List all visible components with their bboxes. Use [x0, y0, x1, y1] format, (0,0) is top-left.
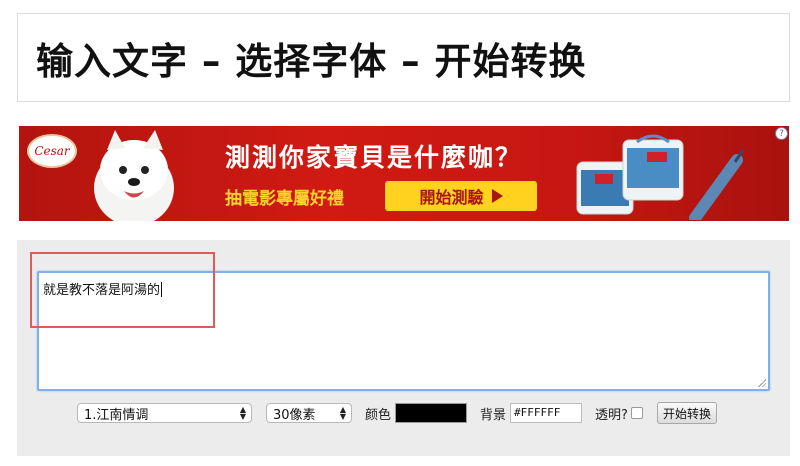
select-arrows-icon: ▲ ▼ [339, 405, 346, 421]
transparent-label: 透明? [595, 407, 628, 423]
ad-info-icon[interactable]: ? [775, 127, 788, 140]
text-caret [161, 282, 163, 297]
select-arrows-icon: ▲ ▼ [239, 405, 246, 421]
converter-panel: 就是教不落是阿湯的 1.江南情调 ▲ ▼ 30像素 ▲ ▼ 颜色 背景 #FFFFF… [17, 240, 790, 456]
ad-headline: 測測你家寶貝是什麼咖？ [225, 143, 523, 172]
ad-cta-button[interactable]: 開始測驗 [385, 181, 537, 211]
color-picker[interactable] [395, 403, 468, 423]
font-select[interactable]: 1.江南情调 ▲ ▼ [77, 403, 252, 423]
size-select[interactable]: 30像素 ▲ ▼ [266, 403, 352, 423]
controls-bar: 1.江南情调 ▲ ▼ 30像素 ▲ ▼ 颜色 背景 #FFFFFF 透明? 开始转换 [77, 402, 717, 424]
brand-logo: Cesar [27, 134, 77, 168]
ad-subline: 抽電影專屬好禮 [225, 189, 344, 209]
text-input[interactable]: 就是教不落是阿湯的 [37, 271, 770, 391]
ad-banner[interactable]: Cesar 測測你家寶貝是什麼咖？ 抽電影專屬好禮 開始測驗 ? [19, 126, 789, 221]
header-title-box: 输入文字 – 选择字体 – 开始转换 [17, 13, 790, 102]
size-select-value: 30像素 [273, 407, 316, 423]
convert-button[interactable]: 开始转换 [656, 402, 717, 424]
play-icon [491, 189, 503, 203]
ad-cta-label: 開始測驗 [419, 188, 484, 207]
background-input[interactable]: #FFFFFF [510, 403, 583, 423]
color-label: 颜色 [365, 407, 392, 423]
page: 输入文字 – 选择字体 – 开始转换 Cesar 測測你家寶貝是什麼咖？ 抽電影… [0, 0, 800, 466]
font-select-value: 1.江南情调 [84, 407, 149, 423]
transparent-checkbox[interactable] [630, 407, 643, 419]
product-image [576, 134, 745, 220]
text-input-value: 就是教不落是阿湯的 [43, 283, 161, 298]
page-title: 输入文字 – 选择字体 – 开始转换 [36, 39, 587, 83]
dog-image [94, 130, 174, 221]
background-label: 背景 [480, 407, 507, 423]
resize-handle[interactable] [758, 379, 766, 387]
